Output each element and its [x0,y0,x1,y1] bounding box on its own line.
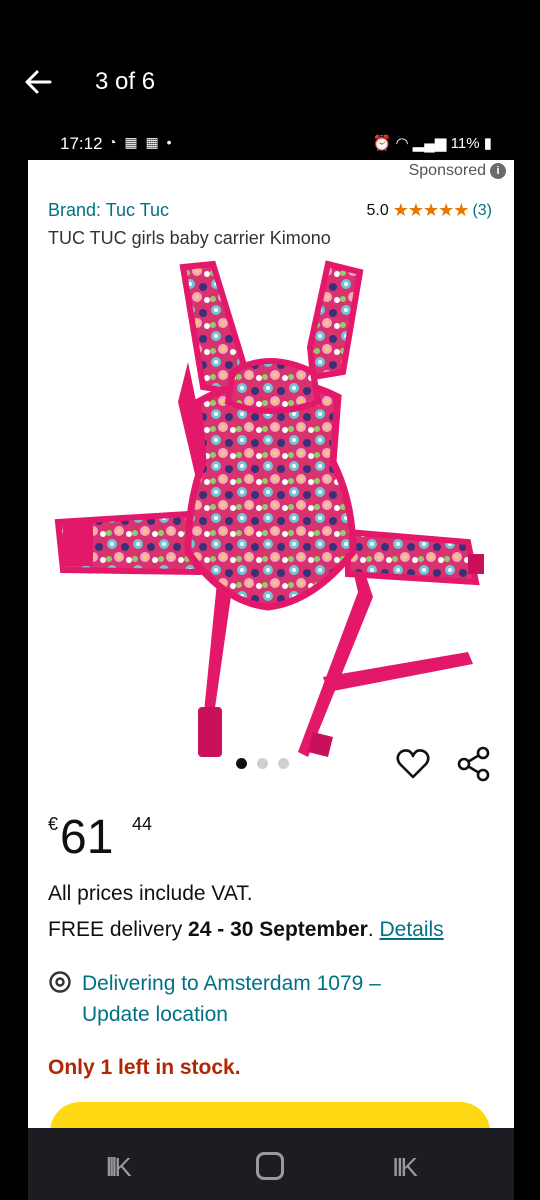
carousel-dot[interactable] [278,758,289,769]
star-rating-icon: ★★★★★ [392,200,470,220]
image-carousel-dots[interactable] [236,758,289,769]
update-location-link[interactable]: Update location [82,999,381,1030]
vat-note: All prices include VAT. [48,882,253,905]
product-image[interactable] [28,252,514,782]
arrow-left-icon[interactable] [22,66,54,98]
stock-status: Only 1 left in stock. [48,1056,241,1079]
product-title: TUC TUC girls baby carrier Kimono [48,228,331,248]
product-page: Sponsored i Brand: Tuc Tuc 5.0 ★★★★★ (3)… [28,160,514,1128]
notification-icons: ◔ ▦ ▦ • [108,134,174,150]
signal-icon: ▂▄▆ [412,135,447,152]
brand-link[interactable]: Brand: Tuc Tuc [48,200,169,221]
battery-percent: 11% [450,135,480,152]
nav-back-icon[interactable]: IIK [392,1152,418,1183]
system-status-icons: ⏰ ◠ ▂▄▆ 11% ▮ [373,134,492,152]
recent-apps-icon[interactable]: lllK [106,1152,132,1183]
heart-icon[interactable] [396,748,430,780]
price-whole: 61 [60,811,114,864]
location-line[interactable]: Delivering to Amsterdam 1079 – [82,968,381,999]
rating-summary[interactable]: 5.0 ★★★★★ (3) [367,200,493,221]
battery-icon: ▮ [483,135,492,152]
delivery-info: FREE delivery 24 - 30 September. Details [48,918,444,941]
carousel-dot[interactable] [257,758,268,769]
carousel-dot[interactable] [236,758,247,769]
viewer-title: 3 of 6 [95,68,156,95]
price-fraction: 44 [132,814,153,834]
image-viewer-header: 3 of 6 [0,0,540,130]
price-currency: € [48,814,59,834]
location-pin-icon [49,971,71,993]
alarm-icon: ⏰ [372,135,392,152]
delivery-location[interactable]: Delivering to Amsterdam 1079 – Update lo… [48,968,488,1030]
wifi-icon: ◠ [395,135,409,152]
delivery-dates: 24 - 30 September [188,918,368,941]
rating-value: 5.0 [366,201,389,219]
home-icon[interactable] [256,1152,284,1180]
rating-count[interactable]: (3) [472,202,492,220]
status-time: 17:12 [60,134,103,153]
sponsored-label[interactable]: Sponsored i [409,162,506,180]
android-nav-bar: lllK IIK [28,1128,514,1200]
details-link[interactable]: Details [379,918,443,941]
share-icon[interactable] [456,746,492,782]
status-bar: 17:12 ◔ ▦ ▦ • ⏰ ◠ ▂▄▆ 11% ▮ [28,128,514,160]
info-icon[interactable]: i [490,163,506,179]
add-to-basket-button[interactable] [50,1102,490,1128]
